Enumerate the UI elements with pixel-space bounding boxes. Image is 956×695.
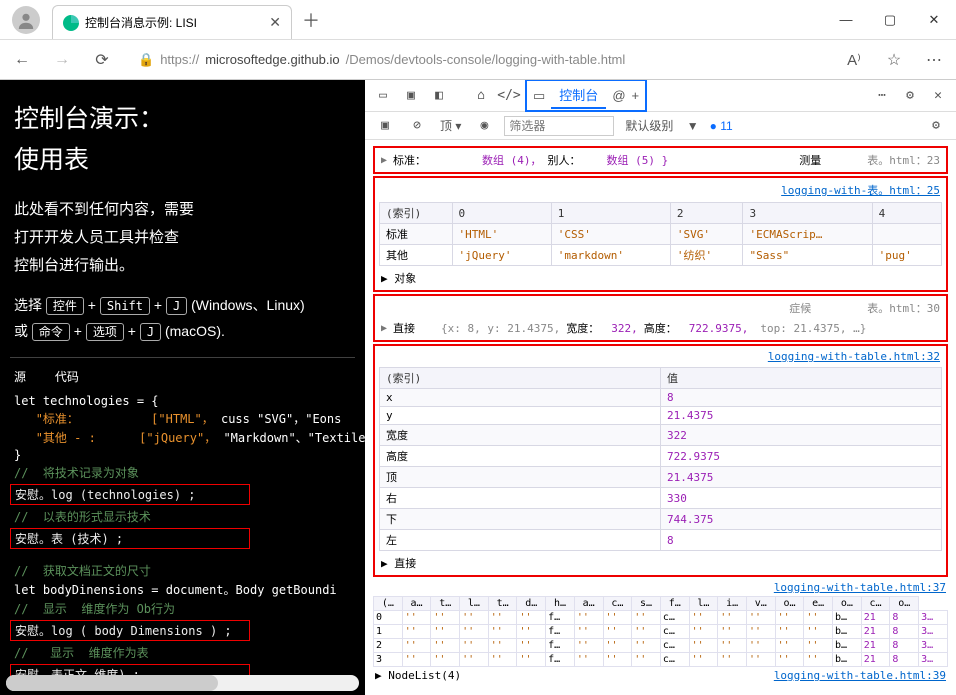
lock-icon: 🔒 [138,52,154,68]
console-icon: ▭ [533,88,545,104]
profile-avatar[interactable] [12,6,40,34]
console-table-1: (索引)01234 标准'HTML''CSS''SVG''ECMAScrip… … [379,202,942,266]
page-content: 控制台演示： 使用表 此处看不到任何内容，需要 打开开发人员工具并检查 控制台进… [0,80,365,695]
filter-input[interactable] [504,116,614,136]
console-group-3: 症候表。html：30 ▶ 直接 {x: 8, y: 21.4375, 宽度： … [373,294,948,342]
tab-close-icon[interactable]: ✕ [269,14,281,31]
settings-icon[interactable]: ⚙ [898,84,922,108]
expand-object[interactable]: ▶ 对象 [381,270,416,286]
expand-icon[interactable]: ▶ [381,155,387,166]
window-close-icon[interactable]: ✕ [912,0,956,40]
console-settings-icon[interactable]: ⚙ [924,114,948,138]
inspect-icon[interactable]: ▭ [371,84,395,108]
more-icon[interactable]: ⋯ [870,84,894,108]
add-tab-icon[interactable]: + [632,88,640,103]
read-aloud-icon[interactable]: A⁾ [840,46,868,74]
page-heading-line2: 使用表 [14,143,351,178]
console-table-2: (索引)值 x8 y21.4375 宽度322 高度722.9375 顶21.4… [379,367,942,551]
source-link[interactable]: logging-with-table.html:32 [768,350,940,363]
menu-icon[interactable]: ⋯ [920,46,948,74]
console-group-4: logging-with-table.html:32 (索引)值 x8 y21.… [373,344,948,577]
window-minimize-icon[interactable]: — [824,0,868,40]
nav-forward-icon: → [48,46,76,74]
console-table-3: (…a…t…l…t…d…h…a…c…s…f…l…i…v…o…e…o…c…o… 0… [373,596,948,667]
boxed-code-2: 安慰。表 (技术) ; [10,528,250,549]
source-link[interactable]: 表。html：30 [867,300,940,316]
address-bar[interactable]: 🔒 https:// microsoftedge.github.io/Demos/… [128,45,828,75]
source-link[interactable]: logging-with-table.html:39 [774,669,946,682]
expand-nodelist[interactable]: ▶ NodeList(4) [375,669,461,682]
devtools-close-icon[interactable]: ✕ [926,84,950,108]
home-icon[interactable]: ⌂ [469,84,493,108]
favorites-icon[interactable]: ☆ [880,46,908,74]
nav-reload-icon[interactable]: ⟳ [88,46,116,74]
url-host: microsoftedge.github.io [205,52,339,67]
page-paragraph: 此处看不到任何内容，需要 打开开发人员工具并检查 控制台进行输出。 [14,196,351,279]
sidebar-toggle-icon[interactable]: ▣ [373,114,397,138]
boxed-code-3: 安慰。log ( body Dimensions ) ; [10,620,250,641]
edge-favicon [63,15,79,31]
source-code-block: 源 代码 let technologies = { "标准： ["HTML"， … [10,357,355,685]
shortcut-instructions: 选择 控件 + Shift + J (Windows、Linux) 或 命令 +… [14,293,351,345]
browser-tab[interactable]: 控制台消息示例: LISI ✕ [52,5,292,39]
context-selector[interactable]: 顶 ▾ [437,116,464,135]
page-heading-line1: 控制台演示： [14,102,351,137]
device-icon[interactable]: ▣ [399,84,423,108]
devtools-panel: ▭ ▣ ◧ ⌂ </> ▭ 控制台 @ + ⋯ ⚙ ✕ ▣ ⊘ 顶 ▾ ◉ 默认… [365,80,956,695]
source-link[interactable]: logging-with-表。html：25 [781,182,940,198]
new-tab-button[interactable]: ＋ [292,7,330,33]
url-scheme: https:// [160,52,199,67]
nav-back-icon[interactable]: ← [8,46,36,74]
horizontal-scrollbar[interactable] [6,675,359,691]
boxed-code-1: 安慰。log (technologies) ; [10,484,250,505]
tab-console-selected[interactable]: ▭ 控制台 @ + [525,80,647,112]
source-link[interactable]: logging-with-table.html:37 [774,581,946,594]
dock-icon[interactable]: ◧ [427,84,451,108]
console-group-1: ▶ 标准： 数组 (4)， 别人： 数组 (5) } 测量 表。html：23 [373,146,948,174]
expand-object[interactable]: ▶ 直接 [381,555,416,571]
source-link[interactable]: 表。html：23 [867,152,940,168]
log-level-selector[interactable]: 默认级别 ▼ [622,116,701,135]
console-group-2: logging-with-表。html：25 (索引)01234 标准'HTML… [373,176,948,292]
issues-counter[interactable]: ● 11 [710,119,733,133]
live-expression-icon[interactable]: ◉ [472,114,496,138]
sources-icon[interactable]: </> [497,84,521,108]
clear-console-icon[interactable]: ⊘ [405,114,429,138]
url-path: /Demos/devtools-console/logging-with-tab… [346,52,626,67]
expand-icon[interactable]: ▶ [381,323,387,334]
tab-title: 控制台消息示例: LISI [85,14,269,31]
window-maximize-icon[interactable]: ▢ [868,0,912,40]
